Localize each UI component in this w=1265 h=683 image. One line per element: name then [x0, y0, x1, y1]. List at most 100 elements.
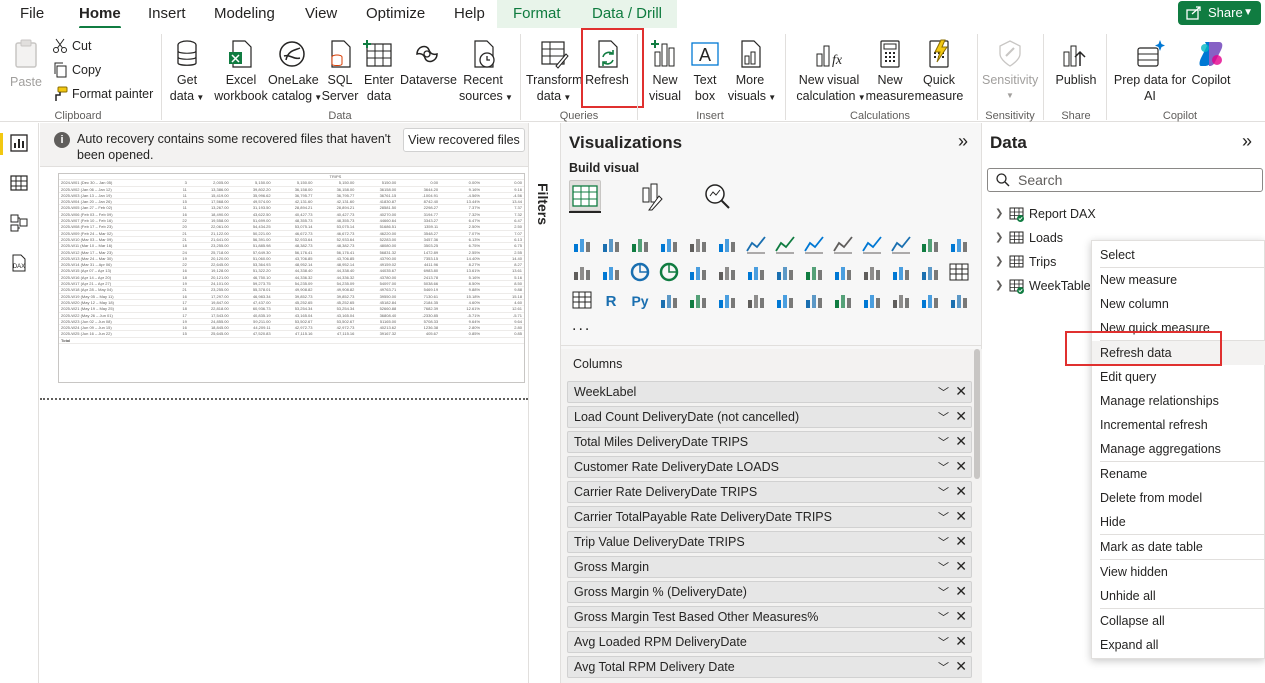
view-recovered-files-button[interactable]: View recovered files	[403, 128, 525, 152]
card-icon[interactable]	[832, 261, 854, 283]
remove-field-icon[interactable]: ✕	[955, 483, 967, 500]
cut-button[interactable]: Cut	[52, 38, 91, 54]
area-chart-icon[interactable]	[774, 233, 796, 255]
stacked-column-chart-icon[interactable]	[600, 233, 622, 255]
format-painter-button[interactable]: Format painter	[52, 86, 153, 102]
paste-button[interactable]: Paste	[6, 28, 46, 108]
copilot-button[interactable]: Copilot	[1190, 28, 1232, 108]
field-pill[interactable]: WeekLabel ﹀ ✕	[567, 381, 972, 403]
tab-format[interactable]: Format	[513, 4, 561, 26]
qa-icon[interactable]	[716, 289, 738, 311]
field-pill[interactable]: Gross Margin % (DeliveryDate) ﹀ ✕	[567, 581, 972, 603]
table-icon[interactable]	[948, 261, 970, 283]
stacked-area-chart-icon[interactable]	[803, 233, 825, 255]
clustered-column-chart-icon[interactable]	[658, 233, 680, 255]
key-influencers-icon[interactable]	[658, 289, 680, 311]
transform-data-button[interactable]: Transform data ▼	[526, 28, 583, 108]
menu-item-manage-aggregations[interactable]: Manage aggregations	[1092, 437, 1265, 461]
menu-item-collapse-all[interactable]: Collapse all	[1092, 609, 1265, 633]
more-visuals-ellipsis[interactable]: ...	[572, 317, 591, 335]
ribbon-chart-icon[interactable]	[919, 233, 941, 255]
chevron-right-icon[interactable]: ❯	[995, 228, 1003, 248]
menu-item-delete-from-model[interactable]: Delete from model	[1092, 486, 1265, 510]
field-pill[interactable]: Carrier TotalPayable Rate DeliveryDate T…	[567, 506, 972, 528]
waterfall-chart-icon[interactable]	[948, 233, 970, 255]
dataverse-button[interactable]: Dataverse	[400, 28, 457, 108]
paginated-report-icon[interactable]	[774, 289, 796, 311]
remove-field-icon[interactable]: ✕	[955, 558, 967, 575]
tab-view[interactable]: View	[305, 4, 337, 26]
field-pill[interactable]: Carrier Rate DeliveryDate TRIPS ﹀ ✕	[567, 481, 972, 503]
chevron-down-icon[interactable]: ﹀	[938, 659, 949, 675]
quick-measure-button[interactable]: Quick measure	[915, 28, 963, 108]
chevron-down-icon[interactable]: ﹀	[938, 459, 949, 475]
chevron-down-icon[interactable]: ﹀	[938, 609, 949, 625]
goals-icon[interactable]	[803, 289, 825, 311]
remove-field-icon[interactable]: ✕	[955, 608, 967, 625]
remove-field-icon[interactable]: ✕	[955, 458, 967, 475]
filters-pane-collapsed[interactable]: Filters	[528, 123, 561, 683]
menu-item-new-column[interactable]: New column	[1092, 292, 1265, 316]
chevron-down-icon[interactable]: ﹀	[938, 584, 949, 600]
filled-map-icon[interactable]	[745, 261, 767, 283]
new-measure-button[interactable]: New measure	[866, 28, 914, 108]
menu-item-mark-as-date-table[interactable]: Mark as date table	[1092, 535, 1265, 559]
tab-data-drill[interactable]: Data / Drill	[592, 4, 662, 26]
donut-chart-icon[interactable]	[658, 261, 680, 283]
chevron-down-icon[interactable]: ﹀	[938, 484, 949, 500]
treemap-icon[interactable]	[687, 261, 709, 283]
chevron-right-icon[interactable]: ❯	[995, 204, 1003, 224]
sql-server-button[interactable]: SQL Server	[322, 28, 358, 108]
tab-file[interactable]: File	[20, 4, 44, 26]
search-input[interactable]	[1018, 171, 1248, 189]
python-visual-icon[interactable]: Py	[629, 289, 651, 311]
new-visual-calculation-button[interactable]: fx New visual calculation ▼	[796, 28, 866, 108]
dax-query-view-icon[interactable]: DAX	[9, 253, 29, 273]
menu-item-new-measure[interactable]: New measure	[1092, 268, 1265, 292]
onelake-catalog-button[interactable]: OneLake catalog ▼	[268, 28, 322, 108]
remove-field-icon[interactable]: ✕	[955, 508, 967, 525]
menu-item-select[interactable]: Select	[1092, 243, 1265, 267]
kpi-icon[interactable]	[890, 261, 912, 283]
menu-item-view-hidden[interactable]: View hidden	[1092, 560, 1265, 584]
scatter-chart-icon[interactable]	[600, 261, 622, 283]
tab-insert[interactable]: Insert	[148, 4, 186, 26]
remove-field-icon[interactable]: ✕	[955, 383, 967, 400]
new-card-icon[interactable]	[861, 289, 883, 311]
text-box-button[interactable]: A Text box	[688, 28, 722, 108]
search-box[interactable]	[987, 168, 1263, 192]
100-column-chart-icon[interactable]	[716, 233, 738, 255]
table-visual[interactable]: TRIPS 2024-W01 (Dec 30 – Jan 05) 3 2,005.00…	[58, 173, 525, 383]
menu-item-manage-relationships[interactable]: Manage relationships	[1092, 389, 1265, 413]
excel-workbook-button[interactable]: Excel workbook	[214, 28, 268, 108]
chevron-down-icon[interactable]: ﹀	[938, 409, 949, 425]
format-visual-icon[interactable]	[635, 180, 667, 212]
field-pill[interactable]: Avg Total RPM Delivery Date ﹀ ✕	[567, 656, 972, 678]
matrix-icon[interactable]	[571, 289, 593, 311]
share-button[interactable]: Share ▼	[1178, 1, 1261, 25]
remove-field-icon[interactable]: ✕	[955, 408, 967, 425]
chevron-down-icon[interactable]: ﹀	[938, 634, 949, 650]
scrollbar-thumb[interactable]	[974, 349, 980, 479]
collapse-pane-icon[interactable]: »	[1242, 131, 1252, 152]
copy-button[interactable]: Copy	[52, 62, 101, 78]
menu-item-unhide-all[interactable]: Unhide all	[1092, 584, 1265, 608]
chevron-down-icon[interactable]: ﹀	[938, 384, 949, 400]
new-visual-button[interactable]: New visual	[646, 28, 684, 108]
remove-field-icon[interactable]: ✕	[955, 533, 967, 550]
tab-optimize[interactable]: Optimize	[366, 4, 425, 26]
clustered-bar-chart-icon[interactable]	[629, 233, 651, 255]
field-pill[interactable]: Gross Margin ﹀ ✕	[567, 556, 972, 578]
tab-help[interactable]: Help	[454, 4, 485, 26]
report-view-icon[interactable]	[9, 133, 29, 153]
chevron-down-icon[interactable]: ﹀	[938, 434, 949, 450]
publish-button[interactable]: Publish	[1054, 28, 1098, 108]
100-bar-chart-icon[interactable]	[687, 233, 709, 255]
chevron-right-icon[interactable]: ❯	[995, 276, 1003, 296]
chevron-right-icon[interactable]: ❯	[995, 252, 1003, 272]
r-visual-icon[interactable]: R	[600, 289, 622, 311]
stacked-bar-chart-icon[interactable]	[571, 233, 593, 255]
remove-field-icon[interactable]: ✕	[955, 433, 967, 450]
decomposition-tree-icon[interactable]	[687, 289, 709, 311]
funnel-chart-icon[interactable]	[571, 261, 593, 283]
